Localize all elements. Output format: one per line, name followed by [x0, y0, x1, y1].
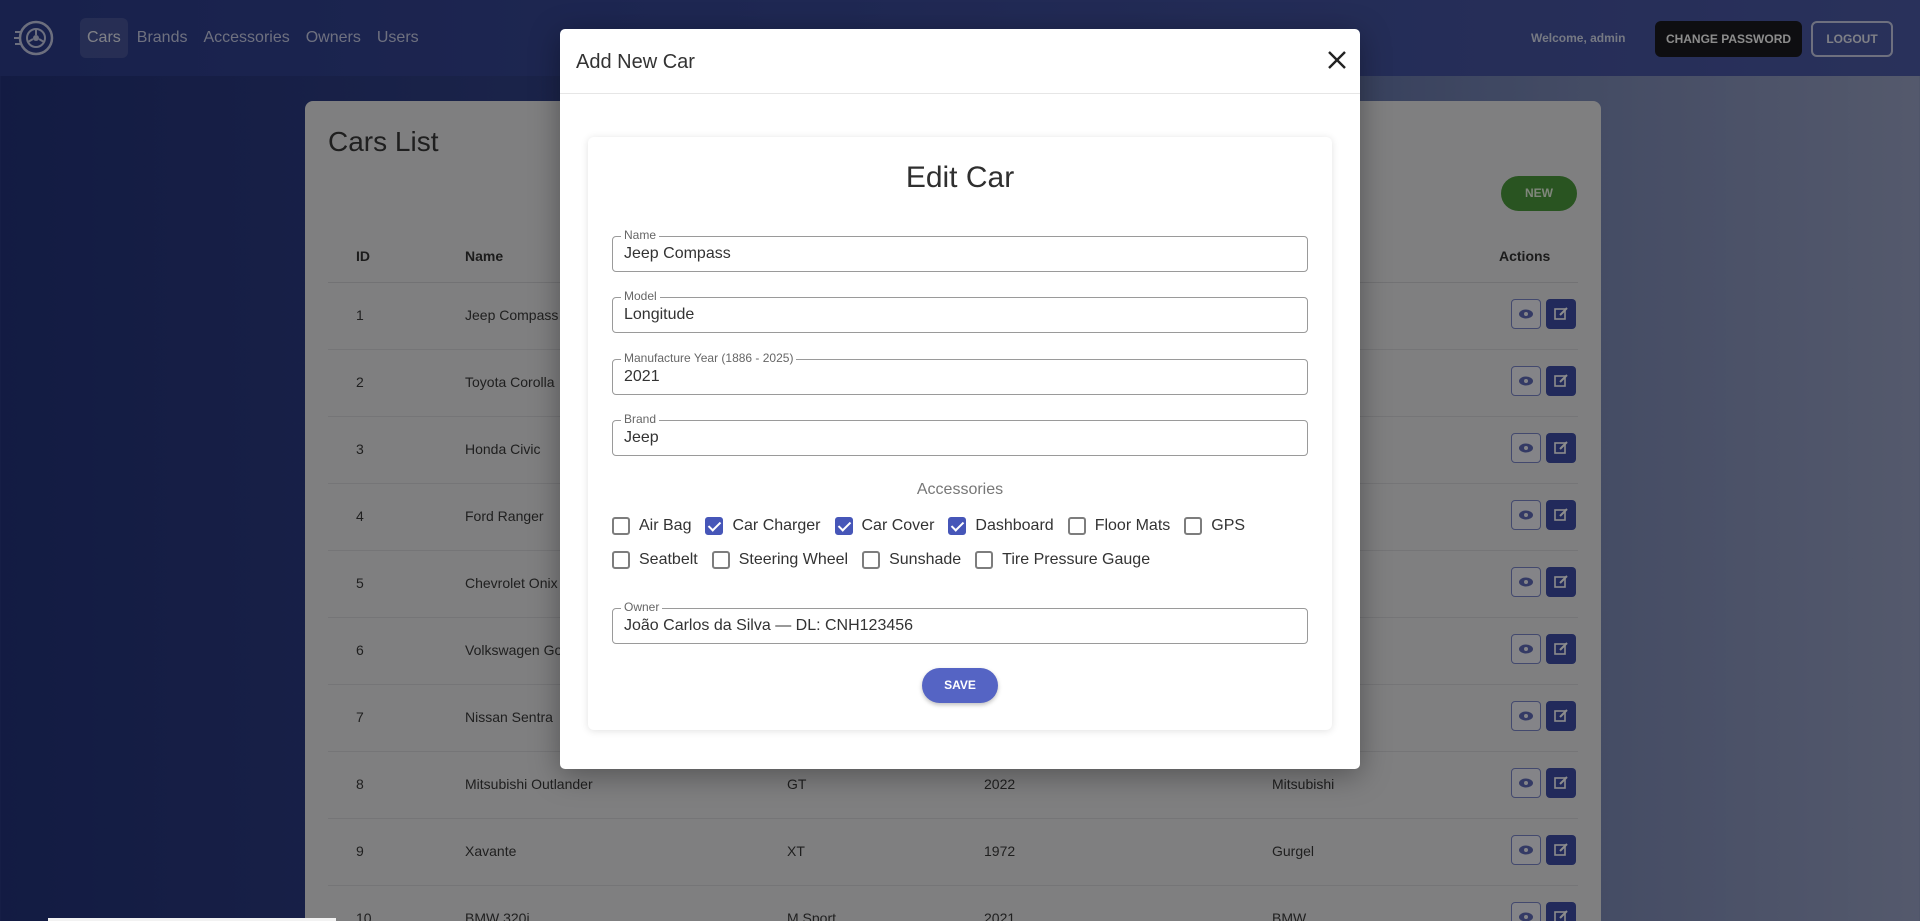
accessory-label: Seatbelt: [639, 551, 698, 568]
accessory-label: GPS: [1211, 517, 1246, 534]
brand-field-label: Brand: [621, 412, 660, 426]
accessory-label: Car Cover: [861, 517, 935, 534]
close-icon[interactable]: [1324, 47, 1350, 73]
model-field-value: Longitude: [624, 306, 695, 323]
brand-field-value: Jeep: [624, 429, 659, 446]
accessory-label: Air Bag: [639, 517, 692, 534]
accessory-label: Dashboard: [975, 517, 1054, 534]
owner-field-label: Owner: [621, 600, 663, 614]
accessory-checkbox-tire-pressure-gauge[interactable]: Tire Pressure Gauge: [975, 551, 1150, 569]
accessories-row-2: Seatbelt Steering Wheel Sunshade Tire Press…: [612, 551, 1164, 569]
modal-header: Add New Car: [560, 29, 1360, 94]
form-title: Edit Car: [905, 161, 1015, 194]
owner-field-value: João Carlos da Silva — DL: CNH123456: [624, 617, 914, 634]
checkbox-icon[interactable]: [975, 551, 994, 569]
name-field[interactable]: Name Jeep Compass: [612, 228, 1308, 272]
accessory-checkbox-dashboard[interactable]: Dashboard: [948, 517, 1054, 535]
brand-select[interactable]: Brand Jeep: [612, 412, 1308, 456]
name-field-value: Jeep Compass: [624, 245, 731, 262]
owner-select[interactable]: Owner João Carlos da Silva — DL: CNH1234…: [612, 600, 1308, 644]
checkbox-icon[interactable]: [1067, 517, 1086, 535]
save-button[interactable]: SAVE: [922, 668, 998, 703]
manufacture-year-field[interactable]: Manufacture Year (1886 - 2025) 2021: [612, 351, 1308, 395]
year-field-value: 2021: [624, 368, 660, 385]
accessory-checkbox-air-bag[interactable]: Air Bag: [612, 517, 691, 535]
accessory-checkbox-car-charger[interactable]: Car Charger: [705, 517, 821, 535]
model-field-label: Model: [621, 289, 660, 303]
accessories-row-1: Air Bag Car Charger Car Cover Dashboard Floo…: [612, 517, 1259, 535]
accessory-checkbox-car-cover[interactable]: Car Cover: [834, 517, 935, 535]
accessory-checkbox-gps[interactable]: GPS: [1184, 517, 1245, 535]
checkbox-icon[interactable]: [705, 517, 724, 535]
name-field-label: Name: [621, 228, 660, 242]
year-field-label: Manufacture Year (1886 - 2025): [621, 351, 797, 365]
model-field[interactable]: Model Longitude: [612, 289, 1308, 333]
checkbox-icon[interactable]: [834, 517, 853, 535]
accessory-checkbox-steering-wheel[interactable]: Steering Wheel: [711, 551, 849, 569]
accessory-label: Steering Wheel: [738, 551, 849, 568]
checkbox-icon[interactable]: [612, 551, 630, 569]
modal-title: Add New Car: [576, 51, 695, 73]
accessory-label: Floor Mats: [1094, 517, 1171, 534]
add-car-modal: Add New Car Edit Car Name Jeep Compass M…: [560, 29, 1360, 769]
checkbox-icon[interactable]: [948, 517, 967, 535]
accessories-title: Accessories: [916, 481, 1004, 498]
accessory-checkbox-floor-mats[interactable]: Floor Mats: [1067, 517, 1171, 535]
checkbox-icon[interactable]: [612, 517, 630, 535]
accessory-label: Tire Pressure Gauge: [1002, 551, 1151, 568]
checkbox-icon[interactable]: [862, 551, 881, 569]
accessory-checkbox-seatbelt[interactable]: Seatbelt: [612, 551, 698, 569]
edit-car-form: Edit Car Name Jeep Compass Model Longitu…: [588, 137, 1332, 730]
checkbox-icon[interactable]: [1184, 517, 1203, 535]
accessory-checkbox-sunshade[interactable]: Sunshade: [862, 551, 961, 569]
checkbox-icon[interactable]: [711, 551, 730, 569]
accessory-label: Car Charger: [732, 517, 821, 534]
accessory-label: Sunshade: [889, 551, 962, 568]
